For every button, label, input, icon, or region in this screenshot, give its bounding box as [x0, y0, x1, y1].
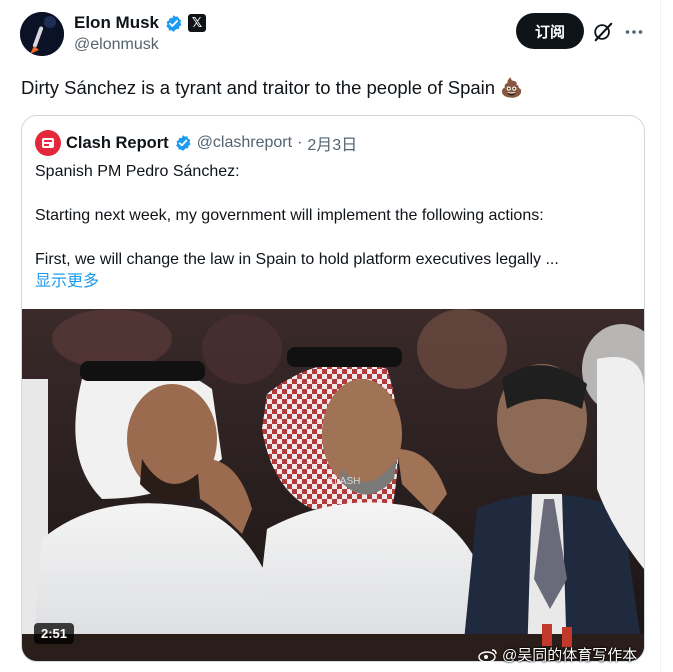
- video-duration-badge: 2:51: [34, 623, 75, 644]
- quote-avatar[interactable]: [35, 130, 61, 156]
- quote-video[interactable]: CLASH 2:51: [22, 309, 644, 661]
- quote-date[interactable]: 2月3日: [307, 131, 357, 155]
- watermark: @吴同的体育写作本: [478, 644, 637, 665]
- x-logo-icon: 𝕏: [188, 14, 207, 32]
- verified-badge-icon: [175, 135, 191, 151]
- verified-badge-icon: [166, 14, 182, 32]
- quote-separator: ·: [297, 134, 303, 151]
- more-icon[interactable]: [624, 22, 644, 42]
- author-name[interactable]: Elon Musk: [74, 13, 159, 33]
- grok-icon[interactable]: [592, 21, 614, 43]
- quote-author-name[interactable]: Clash Report: [66, 134, 169, 153]
- quote-line-1: Spanish PM Pedro Sánchez:: [35, 163, 240, 180]
- subscribe-button[interactable]: 订阅: [516, 13, 584, 49]
- author-handle[interactable]: @elonmusk: [74, 36, 159, 54]
- video-overlay-text: CLASH: [327, 476, 360, 487]
- quote-author-handle[interactable]: @clashreport: [197, 134, 292, 152]
- weibo-logo-icon: [478, 648, 497, 663]
- quoted-post-card[interactable]: Clash Report @clashreport · 2月3日 Spanish…: [21, 115, 645, 662]
- author-avatar[interactable]: [20, 12, 64, 56]
- timeline-divider: [660, 0, 661, 672]
- post-text: Dirty Sánchez is a tyrant and traitor to…: [21, 77, 524, 98]
- quote-line-2: Starting next week, my government will i…: [35, 207, 544, 224]
- quote-line-3: First, we will change the law in Spain t…: [35, 251, 559, 268]
- show-more-link[interactable]: 显示更多: [35, 272, 99, 292]
- watermark-text: @吴同的体育写作本: [502, 647, 638, 664]
